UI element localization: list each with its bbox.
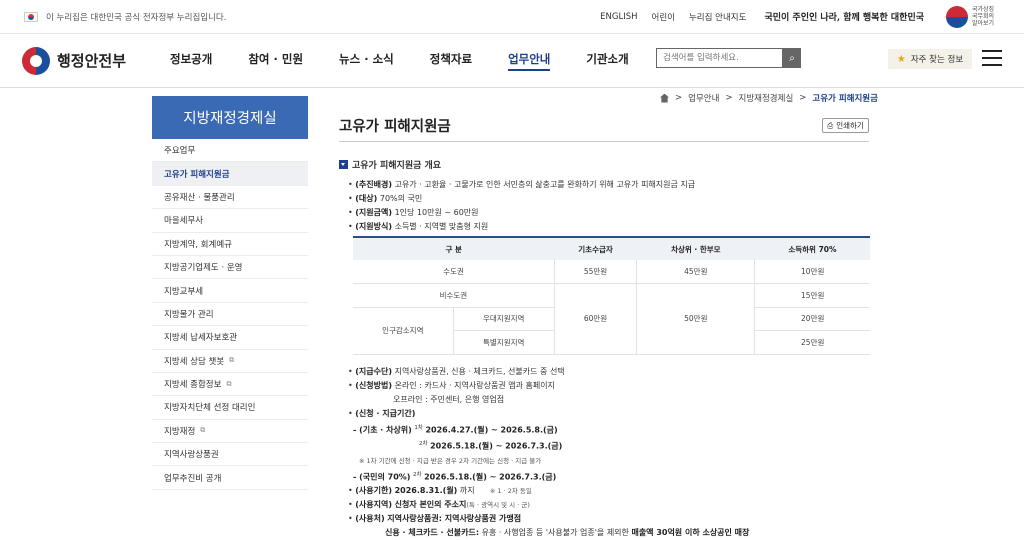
menu-news[interactable]: 뉴스 · 소식 — [339, 51, 394, 71]
print-label: 인쇄하기 — [836, 121, 864, 130]
taegeuk-emblem-icon — [946, 5, 968, 28]
note: ※ 1차 기간에 신청 · 지급 받은 경우 2차 기간에는 신청 · 지급 불… — [359, 456, 542, 465]
section-bullet-icon — [339, 160, 348, 169]
title-divider — [339, 141, 869, 142]
table-cell: 45만원 — [636, 260, 756, 284]
menu-participation[interactable]: 참여 · 민원 — [248, 51, 303, 71]
hamburger-menu-icon[interactable] — [982, 50, 1002, 66]
printer-icon: ⎙ — [827, 120, 834, 130]
side-item-expense[interactable]: 업무추진비 공개 — [152, 466, 308, 490]
favorite-info-button[interactable]: ★ 자주 찾는 정보 — [888, 49, 972, 69]
crumb-office[interactable]: 지방재정경제실 — [739, 92, 794, 104]
list-item: • (지원금액) 1인당 10만원 ~ 60만원 — [348, 208, 479, 217]
search-box: ⌕ — [656, 48, 801, 68]
table-cell: 55만원 — [554, 260, 638, 284]
side-item-finance[interactable]: 지방재정 ⧉ — [152, 420, 308, 444]
table-cell: 수도권 — [353, 260, 555, 284]
breadcrumb: > 업무안내 > 지방재정경제실 > 고유가 피해지원금 — [660, 92, 878, 104]
section-heading: 고유가 피해지원금 개요 — [339, 158, 869, 171]
emblem-text: 국가상징 국무회의 알아보기 — [972, 6, 995, 27]
side-item-tax-info[interactable]: 지방세 종합정보 ⧉ — [152, 373, 308, 397]
table-cell: 15만원 — [754, 283, 870, 308]
korea-flag-icon — [24, 11, 38, 22]
star-icon: ★ — [896, 53, 906, 65]
side-item-chatbot[interactable]: 지방세 상담 챗봇 ⧉ — [152, 350, 308, 373]
list-item: • (사용지역) 신청자 본인의 주소지(특 · 광역시 및 시 · 군) — [348, 500, 530, 510]
home-icon[interactable] — [660, 93, 669, 103]
table-cell: 50만원 — [636, 283, 756, 355]
side-item-contract[interactable]: 지방계약, 회계예규 — [152, 233, 308, 256]
top-utility-bar: 이 누리집은 대한민국 공식 전자정부 누리집입니다. ENGLISH 어린이 … — [0, 0, 1024, 34]
main-menu: 정보공개 참여 · 민원 뉴스 · 소식 정책자료 업무안내 기관소개 — [170, 51, 629, 71]
external-link-icon: ⧉ — [200, 426, 206, 435]
col-header: 구 분 — [353, 236, 555, 260]
slogan: 국민이 주인인 나라, 함께 행복한 대한민국 — [764, 13, 924, 23]
list-item: • (사용기한) 2026.8.31.(월) 까지 ※ 1 · 2차 동일 — [348, 486, 532, 496]
search-button[interactable]: ⌕ — [783, 48, 801, 68]
main-header: 행정안전부 정보공개 참여 · 민원 뉴스 · 소식 정책자료 업무안내 기관소… — [0, 34, 1024, 88]
list-item: - (국민의 70%) 2차 2026.5.18.(월) ~ 2026.7.3.… — [353, 471, 557, 482]
table-cell: 10만원 — [754, 260, 870, 284]
crumb-business[interactable]: 업무안내 — [688, 92, 719, 104]
ministry-logo[interactable]: 행정안전부 — [22, 46, 152, 75]
list-item: • (추진배경) 고유가 · 고환율 · 고물가로 인한 서민층의 삶충고를 완… — [348, 180, 696, 189]
table-cell: 비수도권 — [353, 283, 555, 308]
col-header: 기초수급자 — [554, 236, 637, 260]
side-item-oil-support[interactable]: 고유가 피해지원금 — [152, 162, 308, 186]
list-item: • (지원방식) 소득별 · 지역별 맞춤형 지원 — [348, 222, 489, 231]
side-title: 지방재정경제실 — [152, 96, 308, 139]
menu-about[interactable]: 기관소개 — [586, 51, 628, 71]
table-cell: 인구감소지역 — [353, 307, 454, 355]
table-cell: 60만원 — [554, 283, 638, 355]
table-cell: 20만원 — [754, 307, 870, 331]
favorite-label: 자주 찾는 정보 — [910, 55, 964, 65]
table-cell: 특별지원지역 — [453, 330, 555, 355]
menu-policy[interactable]: 정책자료 — [430, 51, 472, 71]
logo-text: 행정안전부 — [57, 52, 127, 70]
list-item: - (기초 · 차상위) 1차 2026.4.27.(월) ~ 2026.5.8… — [353, 424, 558, 435]
table-cell: 25만원 — [754, 330, 870, 355]
external-link-icon: ⧉ — [226, 379, 232, 388]
external-link-icon: ⧉ — [229, 356, 235, 365]
national-symbol-link[interactable]: 국가상징 국무회의 알아보기 — [946, 5, 1000, 28]
col-header: 소득하위 70% — [754, 236, 870, 260]
side-item-public-property[interactable]: 공유재산 · 물품관리 — [152, 186, 308, 210]
menu-business[interactable]: 업무안내 — [508, 51, 551, 71]
table-cell: 우대지원지역 — [453, 307, 555, 331]
side-item-voucher[interactable]: 지역사랑상품권 — [152, 443, 308, 467]
side-item-taxpayer[interactable]: 지방세 납세자보호관 — [152, 326, 308, 350]
link-sitemap[interactable]: 누리집 안내지도 — [689, 11, 746, 23]
page-title: 고유가 피해지원금 — [339, 119, 451, 135]
crumb-current: 고유가 피해지원금 — [812, 94, 878, 104]
side-item-public-enterprise[interactable]: 지방공기업제도 · 운영 — [152, 256, 308, 280]
side-item-main-work[interactable]: 주요업무 — [152, 139, 308, 163]
list-item: • (사용처) 지역사랑상품권: 지역사랑상품권 가맹점 — [348, 514, 522, 524]
taegeuk-logo-icon — [22, 46, 50, 75]
list-item: • (지급수단) 지역사랑상품권, 신용 · 체크카드, 선불카드 중 선택 — [348, 366, 565, 376]
list-item: • (신청 · 지급기간) — [348, 408, 416, 418]
link-english[interactable]: ENGLISH — [600, 12, 637, 22]
search-input[interactable] — [656, 48, 783, 68]
link-kids[interactable]: 어린이 — [652, 11, 675, 23]
side-item-price[interactable]: 지방물가 관리 — [152, 303, 308, 327]
list-item: 2차 2026.5.18.(월) ~ 2026.7.3.(금) — [419, 441, 563, 451]
content-body: 고유가 피해지원금 개요 • (추진배경) 고유가 · 고환율 · 고물가로 인… — [339, 158, 870, 540]
list-item: 신용 · 체크카드 · 선불카드: 유흥 · 사행업종 등 '사용불가 업종'을… — [385, 528, 750, 538]
menu-info[interactable]: 정보공개 — [170, 51, 212, 71]
list-item: • (신청방법) 온라인 : 카드사 · 지역사랑상품권 앱과 홈페이지 — [348, 380, 555, 390]
side-item-grant-tax[interactable]: 지방교부세 — [152, 279, 308, 303]
side-nav: 지방재정경제실 주요업무 고유가 피해지원금 공유재산 · 물품관리 마을세무사… — [152, 96, 308, 490]
side-item-village-tax[interactable]: 마을세무사 — [152, 209, 308, 233]
support-table: 구 분 기초수급자 차상위 · 한부모 소득하위 70% 수도권 55만원 45만원 10만… — [353, 236, 870, 355]
list-item: 오프라인 : 주민센터, 은행 영업점 — [393, 394, 505, 404]
side-item-agent[interactable]: 지방자치단체 선정 대리인 — [152, 396, 308, 420]
list-item: • (대상) 70%의 국민 — [348, 194, 423, 203]
search-icon: ⌕ — [789, 52, 795, 64]
print-button[interactable]: ⎙ 인쇄하기 — [822, 118, 869, 133]
col-header: 차상위 · 한부모 — [636, 236, 755, 260]
gov-notice: 이 누리집은 대한민국 공식 전자정부 누리집입니다. — [46, 12, 227, 23]
